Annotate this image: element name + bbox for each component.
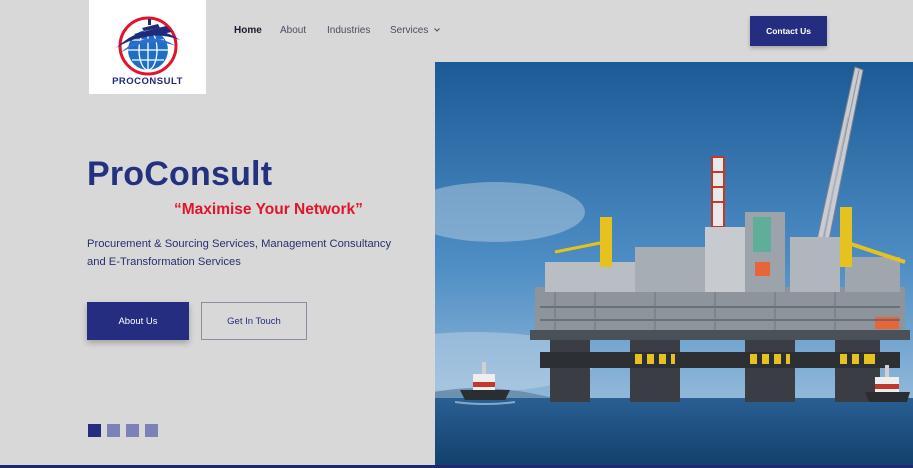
contact-us-button[interactable]: Contact Us xyxy=(750,16,827,46)
slider-dot-3[interactable] xyxy=(126,424,139,437)
logo[interactable]: PROCONSULT xyxy=(89,0,206,94)
hero-title: ProConsult xyxy=(87,155,273,193)
nav-item-industries[interactable]: Industries xyxy=(327,25,370,36)
about-us-button[interactable]: About Us xyxy=(87,302,189,340)
hero-image xyxy=(435,62,913,468)
chevron-down-icon xyxy=(434,28,441,33)
nav-item-services-label: Services xyxy=(390,25,429,36)
get-in-touch-button[interactable]: Get In Touch xyxy=(201,302,307,340)
slider-dot-4[interactable] xyxy=(145,424,158,437)
nav-item-services[interactable]: Services xyxy=(390,25,441,36)
ship-globe-logo-icon xyxy=(116,16,180,76)
slider-dots xyxy=(88,424,158,437)
hero-description: Procurement & Sourcing Services, Managem… xyxy=(87,238,392,268)
brand-name: PROCONSULT xyxy=(112,76,183,87)
slider-dot-1[interactable] xyxy=(88,424,101,437)
nav-item-about[interactable]: About xyxy=(280,25,306,36)
hero-tagline: “Maximise Your Network” xyxy=(174,201,363,218)
nav-item-home[interactable]: Home xyxy=(234,25,262,36)
slider-dot-2[interactable] xyxy=(107,424,120,437)
offshore-oil-platform-photo xyxy=(435,62,913,468)
